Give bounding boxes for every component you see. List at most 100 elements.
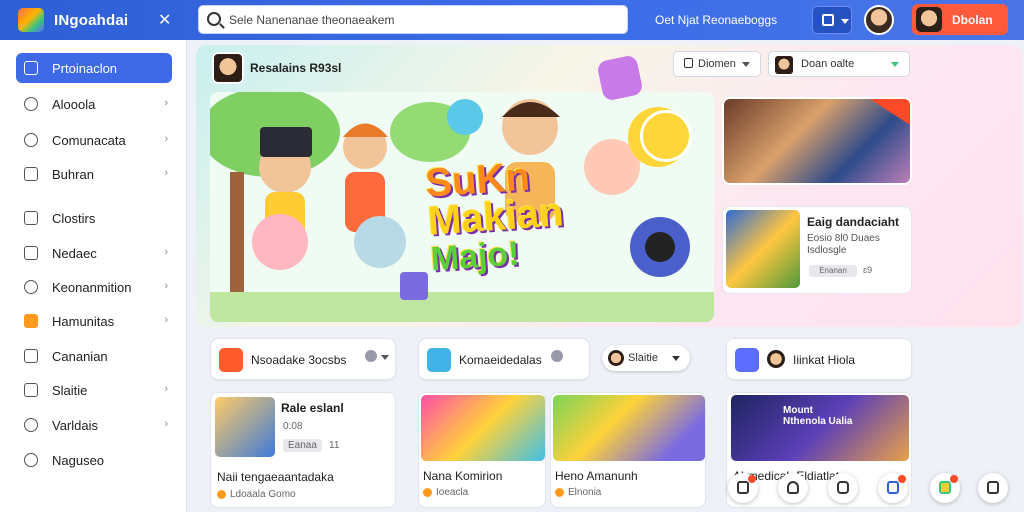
card-count: 11 bbox=[329, 440, 340, 451]
card-banner: Mount Nthenola Ualia bbox=[783, 405, 853, 427]
sidebar-item-10[interactable]: Varldais › bbox=[16, 410, 172, 440]
card-meta: Ioeacla bbox=[436, 487, 469, 498]
card-title: Naii tengaeaantadaka bbox=[217, 470, 334, 484]
profile-avatar bbox=[916, 7, 942, 32]
sidebar-item-8[interactable]: Cananian bbox=[16, 341, 172, 371]
card-footer: Ldoaala Gomo bbox=[230, 489, 296, 500]
document-icon bbox=[24, 211, 38, 225]
bottom-toolbar bbox=[726, 473, 1022, 512]
chat-icon[interactable] bbox=[828, 473, 858, 503]
apps-dropdown-button[interactable] bbox=[812, 6, 852, 34]
emoji-icon bbox=[217, 489, 226, 499]
apps-icon bbox=[822, 14, 834, 26]
section-label: Komaeidedalas bbox=[459, 353, 542, 367]
hero-tag-label: Resalains R93sl bbox=[250, 61, 342, 75]
sidebar-item-label: Slaitie bbox=[52, 383, 88, 398]
card-tag: Eanaa bbox=[283, 439, 322, 452]
channel-select-label: Doan oalte bbox=[801, 58, 855, 70]
card-title: Nana Komirion bbox=[423, 469, 503, 483]
sidebar-item-7[interactable]: Hamunitas › bbox=[16, 306, 172, 336]
channel-avatar bbox=[775, 56, 793, 74]
window-icon[interactable] bbox=[978, 473, 1008, 503]
card-meta: Elnonia bbox=[568, 487, 602, 498]
sidebar-item-label: Keonanmition bbox=[52, 280, 132, 295]
search-input[interactable] bbox=[229, 10, 609, 30]
section-header-0[interactable]: Nsoadake 3ocsbs bbox=[210, 338, 396, 380]
live-badge-icon bbox=[870, 99, 910, 125]
sidebar-item-6[interactable]: Keonanmition › bbox=[16, 272, 172, 302]
filter-label: Slaitie bbox=[628, 352, 658, 364]
section-header-2[interactable]: Iiinkat Hiola bbox=[726, 338, 912, 380]
shield-icon[interactable] bbox=[878, 473, 908, 503]
card-count: ɛ9 bbox=[863, 265, 873, 275]
section-label: Nsoadake 3ocsbs bbox=[251, 353, 347, 367]
section-label: Iiinkat Hiola bbox=[793, 353, 856, 367]
sidebar-item-label: Prtoinaclon bbox=[52, 61, 118, 76]
profile-button[interactable]: Dbolan bbox=[912, 4, 1008, 35]
chevron-right-icon: › bbox=[164, 246, 168, 258]
sidebar-item-11[interactable]: Naguseo bbox=[16, 445, 172, 475]
section-header-1[interactable]: Komaeidedalas bbox=[418, 338, 590, 380]
channel-select[interactable]: Doan oalte bbox=[768, 51, 910, 77]
filter-dropdown[interactable]: Slaitie bbox=[602, 345, 690, 371]
hero-tag[interactable]: Resalains R93sl bbox=[212, 52, 362, 84]
sidebar-item-9[interactable]: Slaitie › bbox=[16, 375, 172, 405]
card-thumbnail bbox=[421, 395, 545, 461]
checkbox-icon bbox=[24, 314, 38, 328]
sidebar-item-label: Comunacata bbox=[52, 133, 126, 148]
card-heading: Rale eslanl bbox=[281, 401, 344, 415]
message-icon[interactable] bbox=[728, 473, 758, 503]
gear-icon bbox=[24, 453, 38, 467]
video-card[interactable]: Heno Amanunh Elnonia bbox=[550, 392, 706, 508]
sidebar-item-label: Varldais bbox=[52, 418, 99, 433]
pen-icon bbox=[24, 418, 38, 432]
document-icon bbox=[24, 167, 38, 181]
search-box[interactable] bbox=[198, 5, 628, 34]
chat-icon bbox=[219, 348, 243, 372]
pen-icon bbox=[24, 133, 38, 147]
emoji-icon bbox=[555, 487, 564, 497]
sidebar-item-label: Cananian bbox=[52, 349, 108, 364]
sidebar-item-3[interactable]: Buhran › bbox=[16, 159, 172, 189]
card-title: Heno Amanunh bbox=[555, 469, 638, 483]
video-card[interactable]: Rale eslanl 0:08 Eanaa 11 Naii tengaeaan… bbox=[210, 392, 396, 508]
app-logo-icon[interactable] bbox=[18, 8, 44, 32]
featured-card[interactable]: Eaig dandaciaht Eosio 8l0 Duaes Isdlosgl… bbox=[722, 206, 912, 294]
sort-select[interactable]: Diomen bbox=[673, 51, 761, 77]
card-meta: 0:08 bbox=[283, 421, 303, 432]
filter-avatar bbox=[608, 350, 624, 366]
sidebar-item-2[interactable]: Comunacata › bbox=[16, 125, 172, 155]
document-icon bbox=[24, 383, 38, 397]
sidebar-item-5[interactable]: Nedaec › bbox=[16, 238, 172, 268]
card-thumbnail bbox=[726, 210, 800, 288]
bell-icon[interactable] bbox=[778, 473, 808, 503]
emoji-icon bbox=[423, 487, 432, 497]
list-icon bbox=[24, 349, 38, 363]
card-title: Eaig dandaciaht bbox=[807, 215, 900, 229]
top-link[interactable]: Oet Njat Reonaeboggs bbox=[655, 13, 777, 27]
sort-select-label: Diomen bbox=[698, 58, 736, 70]
app-title: INgoahdai bbox=[54, 12, 129, 29]
channel-avatar bbox=[212, 52, 244, 84]
info-icon bbox=[551, 350, 563, 362]
profile-button-label: Dbolan bbox=[952, 12, 993, 27]
chevron-down-icon bbox=[672, 356, 680, 361]
chevron-right-icon: › bbox=[164, 167, 168, 179]
featured-video-thumbnail[interactable] bbox=[722, 97, 912, 185]
document-icon bbox=[684, 58, 693, 68]
top-bar: INgoahdai ✕ Oet Njat Reonaeboggs Dbolan bbox=[0, 0, 1024, 40]
avatar[interactable] bbox=[864, 5, 894, 35]
game-icon[interactable] bbox=[930, 473, 960, 503]
chevron-right-icon: › bbox=[164, 314, 168, 326]
video-card[interactable]: Nana Komirion Ioeacla bbox=[418, 392, 546, 508]
chevron-down-icon bbox=[742, 62, 750, 67]
sidebar-item-1[interactable]: Alooola › bbox=[16, 89, 172, 119]
close-icon[interactable]: ✕ bbox=[158, 10, 171, 30]
chevron-down-icon bbox=[841, 19, 849, 24]
card-tag: Enanan bbox=[809, 265, 857, 277]
chevron-right-icon: › bbox=[164, 383, 168, 395]
sidebar-item-0[interactable]: Prtoinaclon bbox=[16, 53, 172, 83]
sidebar-item-4[interactable]: Clostirs bbox=[16, 203, 172, 233]
chevron-right-icon: › bbox=[164, 133, 168, 145]
chevron-down-icon bbox=[381, 355, 389, 360]
